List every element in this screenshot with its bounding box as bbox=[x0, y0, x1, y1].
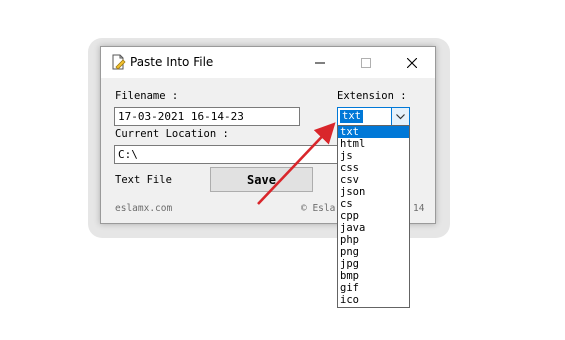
annotation-arrow-line bbox=[257, 122, 336, 205]
annotation-arrow bbox=[257, 122, 336, 205]
